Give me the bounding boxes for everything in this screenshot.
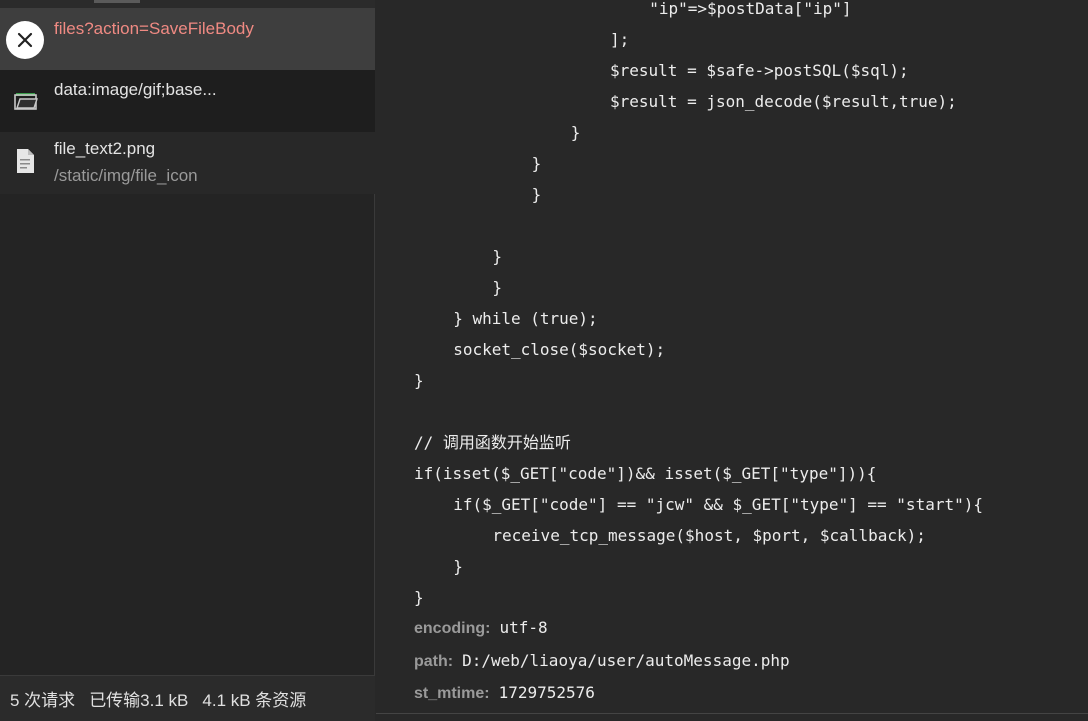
code-line: "ip"=>$postData["ip"]: [649, 0, 852, 18]
meta-key: st_mtime:: [414, 685, 490, 702]
meta-value: utf-8: [499, 618, 548, 637]
request-count: 5 次请求: [10, 691, 76, 710]
code-line: $result = json_decode($result,true);: [610, 92, 957, 111]
meta-key: path:: [414, 652, 454, 670]
request-list-panel: files?action=SaveFileBody data:image/gif…: [0, 0, 375, 721]
code-line: }: [414, 588, 424, 607]
request-item-path: /static/img/file_icon: [54, 166, 198, 185]
meta-row: st_mtime: 1729752576: [414, 677, 595, 708]
request-item-data-gif[interactable]: data:image/gif;base...: [0, 70, 375, 132]
code-line: }: [414, 371, 424, 390]
meta-key: encoding:: [414, 620, 491, 637]
code-line: }: [492, 278, 503, 297]
meta-row: encoding: utf-8: [414, 612, 548, 643]
code-line: ];: [610, 30, 630, 49]
meta-value: 1729752576: [498, 683, 595, 702]
request-item-file-text2[interactable]: file_text2.png /static/img/file_icon: [0, 132, 375, 194]
folder-icon: [14, 90, 38, 115]
request-item-name: files?action=SaveFileBody: [54, 19, 254, 38]
network-status-bar: 5 次请求 已传输3.1 kB 4.1 kB 条资源: [0, 675, 375, 721]
meta-value: D:/web/liaoya/user/autoMessage.php: [462, 650, 790, 670]
document-icon: [14, 148, 36, 179]
code-line: }: [453, 557, 463, 576]
code-line: } while (true);: [453, 309, 598, 328]
code-line: }: [531, 185, 542, 204]
response-body-panel: "ip"=>$postData["ip"]]; $result = $safe->…: [376, 0, 1088, 721]
code-line: }: [492, 247, 503, 266]
code-line: // 调用函数开始监听: [414, 433, 571, 452]
code-line: if($_GET["code"] == "jcw" && $_GET["type…: [453, 495, 983, 514]
meta-row: path: D:/web/liaoya/user/autoMessage.php: [414, 645, 790, 676]
request-item-savefilebody[interactable]: files?action=SaveFileBody: [0, 8, 375, 70]
transferred-size: 已传输3.1 kB: [89, 691, 189, 710]
code-line: }: [531, 154, 542, 173]
code-line: receive_tcp_message($host, $port, $callb…: [492, 526, 926, 545]
code-line: socket_close($socket);: [453, 340, 666, 359]
code-line: if(isset($_GET["code"])&& isset($_GET["t…: [414, 464, 877, 483]
request-list-top-edge: [0, 0, 375, 8]
request-item-name: data:image/gif;base...: [54, 80, 217, 99]
code-line: $result = $safe->postSQL($sql);: [610, 61, 909, 80]
resources-size: 4.1 kB 条资源: [202, 691, 307, 710]
close-icon[interactable]: [6, 21, 44, 59]
divider: [376, 713, 1088, 714]
request-item-name: file_text2.png: [54, 139, 156, 158]
code-line: }: [570, 123, 581, 142]
